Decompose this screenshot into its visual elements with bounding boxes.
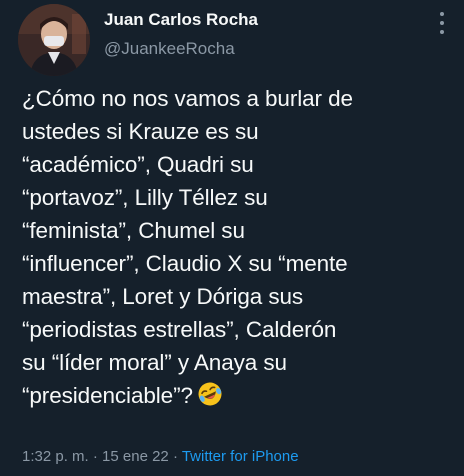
more-dot-icon — [440, 30, 444, 34]
tweet-line-text: “presidenciable”? — [22, 383, 193, 408]
author-handle[interactable]: @JuankeeRocha — [104, 39, 235, 59]
separator: · — [88, 448, 103, 465]
more-options-button[interactable] — [436, 12, 448, 34]
tweet-line-last: “presidenciable”? — [22, 379, 448, 416]
separator: · — [168, 448, 182, 465]
tweet-line: “portavoz”, Lilly Téllez su — [22, 185, 268, 210]
tweet-line: maestra”, Loret y Dóriga sus — [22, 284, 304, 309]
author-name[interactable]: Juan Carlos Rocha — [104, 10, 258, 30]
tweet-line: ustedes si Krauze es su — [22, 119, 259, 144]
tweet-text: ¿Cómo no nos vamos a burlar de ustedes s… — [22, 82, 448, 416]
tweet-metadata: 1:32 p. m. · 15 ene 22 · Twitter for iPh… — [22, 448, 299, 465]
tweet-time[interactable]: 1:32 p. m. — [22, 448, 89, 465]
tweet-line: “influencer”, Claudio X su “mente — [22, 251, 348, 276]
tweet-line: su “líder moral” y Anaya su — [22, 350, 287, 375]
more-dot-icon — [440, 21, 444, 25]
tweet-line: “periodistas estrellas”, Calderón — [22, 317, 337, 342]
tweet-card: Juan Carlos Rocha @JuankeeRocha ¿Cómo no… — [0, 0, 464, 476]
rolling-on-the-floor-laughing-icon — [197, 381, 223, 416]
avatar[interactable] — [18, 4, 90, 76]
more-dot-icon — [440, 12, 444, 16]
avatar-image — [18, 4, 90, 76]
tweet-line: ¿Cómo no nos vamos a burlar de — [22, 86, 353, 111]
tweet-line: “académico”, Quadri su — [22, 152, 254, 177]
tweet-source-link[interactable]: Twitter for iPhone — [182, 448, 299, 465]
tweet-line: “feminista”, Chumel su — [22, 218, 245, 243]
tweet-date[interactable]: 15 ene 22 — [102, 448, 169, 465]
